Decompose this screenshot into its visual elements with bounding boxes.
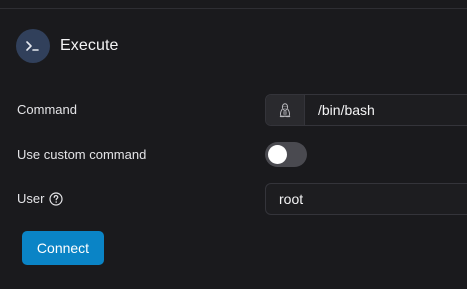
command-label: Command [17,102,77,117]
user-value: root [279,191,304,207]
page-title: Execute [60,37,119,54]
user-label-row: User [17,191,64,206]
custom-command-label: Use custom command [17,147,147,162]
top-divider [0,8,467,9]
terminal-icon [16,29,50,63]
help-circle-icon[interactable] [49,191,64,206]
user-label: User [17,191,45,206]
section-header: Execute [16,29,119,63]
command-field[interactable]: /bin/bash [265,94,467,126]
linux-tux-icon [266,95,305,125]
custom-command-toggle[interactable] [265,142,307,167]
toggle-knob [268,145,287,164]
user-field[interactable]: root [265,183,467,215]
command-value: /bin/bash [318,102,375,118]
connect-button[interactable]: Connect [22,231,104,265]
